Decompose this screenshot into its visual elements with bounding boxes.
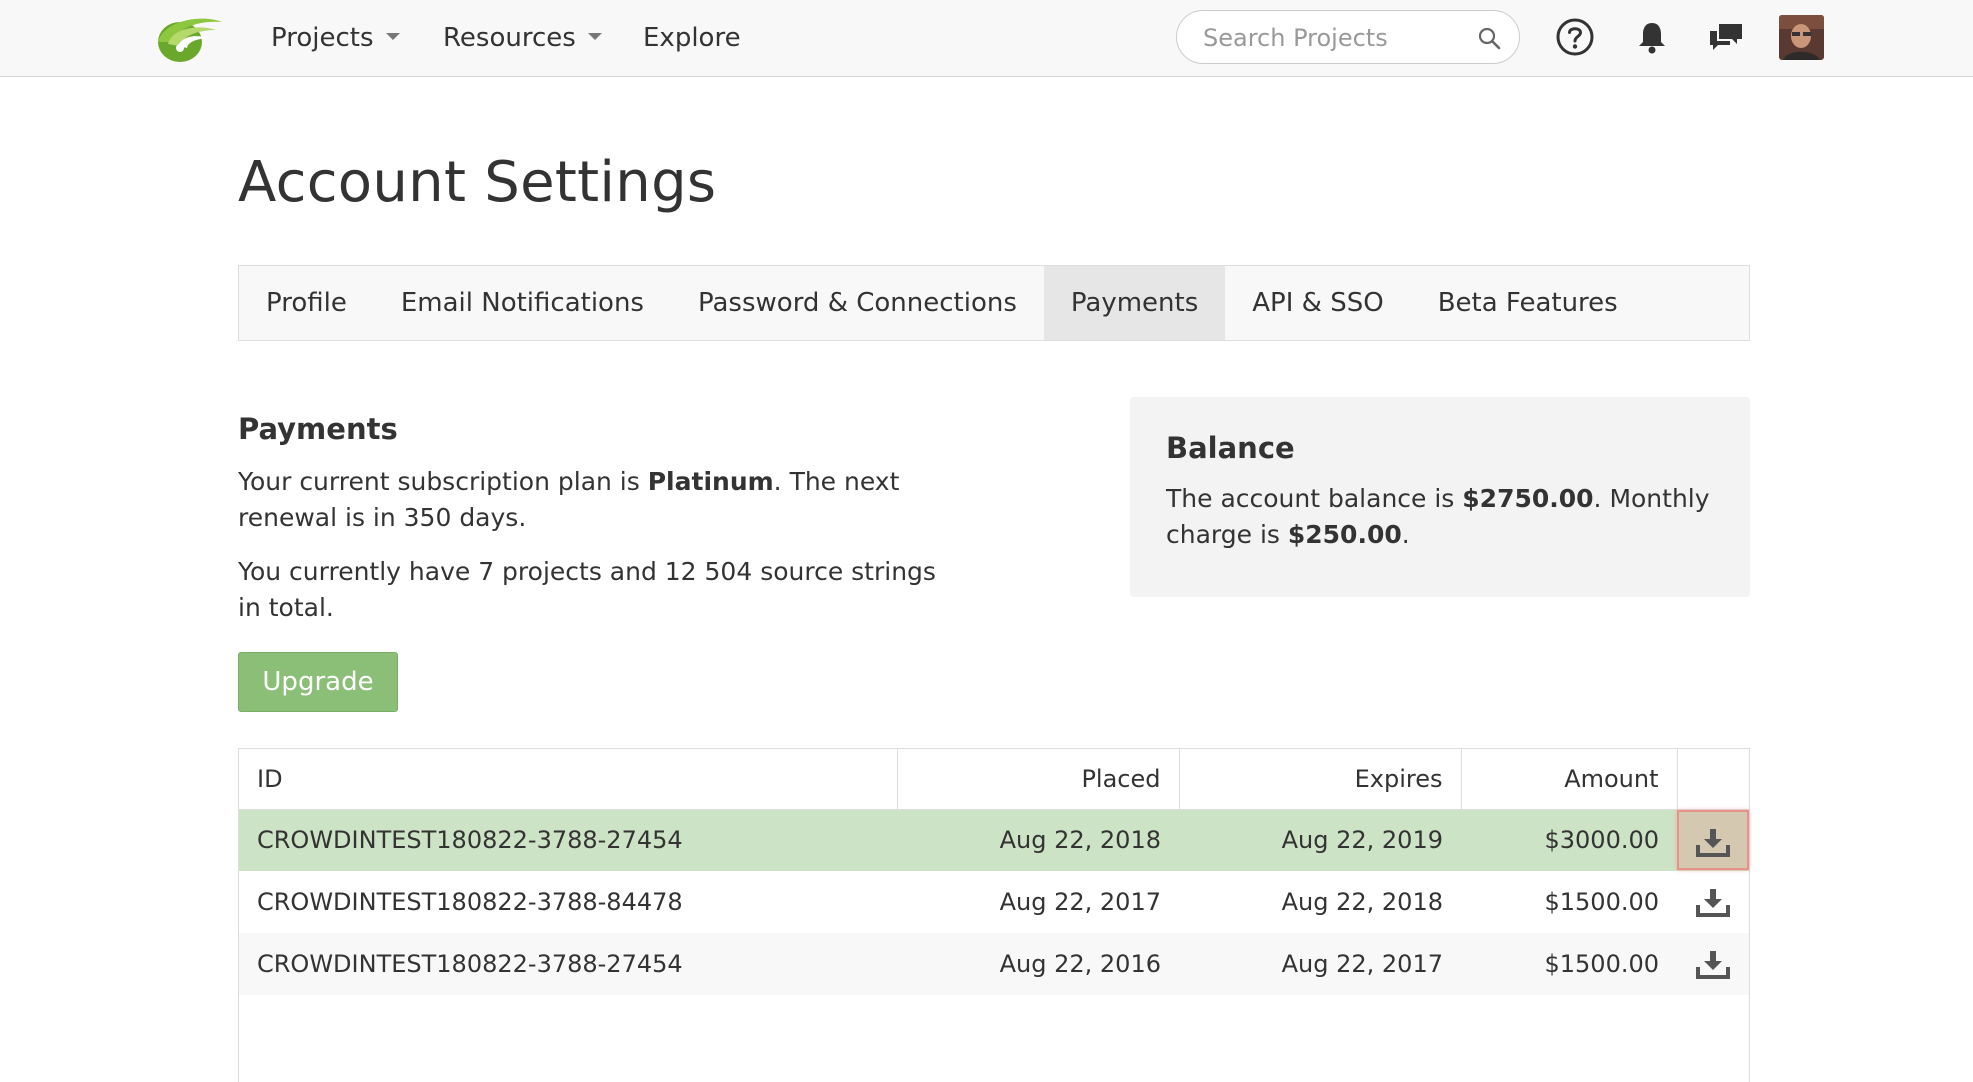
- invoice-id: CROWDINTEST180822-3788-27454: [239, 809, 897, 871]
- balance-suffix: .: [1401, 520, 1410, 549]
- nav-explore-link[interactable]: Explore: [643, 18, 741, 58]
- invoice-id: CROWDINTEST180822-3788-84478: [257, 888, 683, 916]
- tab-beta-features[interactable]: Beta Features: [1411, 266, 1645, 340]
- settings-tabs: Profile Email Notifications Password & C…: [238, 265, 1750, 341]
- invoice-amount: $1500.00: [1461, 933, 1677, 995]
- plan-name: Platinum: [647, 467, 774, 496]
- page-title: Account Settings: [238, 150, 717, 215]
- invoice-amount: $3000.00: [1461, 809, 1677, 871]
- caret-down-icon: [587, 33, 602, 40]
- download-icon: [1696, 829, 1730, 858]
- subscription-text: Your current subscription plan is Platin…: [238, 464, 938, 536]
- invoice-amount: $1500.00: [1544, 888, 1659, 916]
- download-button[interactable]: [1677, 810, 1749, 871]
- upgrade-button[interactable]: Upgrade: [238, 652, 398, 712]
- table-row[interactable]: CROWDINTEST180822-3788-27454 Aug 22, 201…: [239, 809, 1749, 871]
- balance-prefix: The account balance is: [1166, 484, 1463, 513]
- balance-text: The account balance is $2750.00. Monthly…: [1166, 481, 1714, 553]
- table-row[interactable]: CROWDINTEST180822-3788-27454 Aug 22, 201…: [239, 933, 1749, 995]
- download-icon: [1696, 951, 1730, 979]
- table-row[interactable]: CROWDINTEST180822-3788-84478 Aug 22, 201…: [239, 871, 1749, 933]
- nav-explore-label: Explore: [643, 23, 741, 53]
- payments-title: Payments: [238, 412, 398, 446]
- tab-email-notifications[interactable]: Email Notifications: [374, 266, 671, 340]
- top-navbar: Projects Resources Explore: [0, 0, 1973, 77]
- column-header-expires: Expires: [1179, 749, 1462, 810]
- invoice-placed: Aug 22, 2017: [999, 888, 1161, 916]
- column-header-placed: Placed: [897, 749, 1180, 810]
- invoice-placed: Aug 22, 2016: [897, 933, 1179, 995]
- nav-projects-dropdown[interactable]: Projects: [271, 18, 400, 58]
- balance-title: Balance: [1166, 431, 1295, 465]
- search-input[interactable]: [1203, 21, 1463, 55]
- usage-text: You currently have 7 projects and 12 504…: [238, 557, 936, 622]
- invoice-expires: Aug 22, 2019: [1179, 809, 1461, 871]
- balance-amount: $2750.00: [1462, 484, 1594, 513]
- tab-profile[interactable]: Profile: [239, 266, 374, 340]
- download-icon: [1696, 889, 1730, 917]
- monthly-charge: $250.00: [1287, 520, 1402, 549]
- search-box: [1176, 10, 1520, 64]
- tab-password-connections[interactable]: Password & Connections: [671, 266, 1044, 340]
- column-header-id: ID: [239, 749, 898, 810]
- invoices-table: ID Placed Expires Amount CROWDINTEST1808…: [238, 748, 1750, 1082]
- balance-panel: Balance The account balance is $2750.00.…: [1130, 397, 1750, 597]
- plan-prefix: Your current subscription plan is: [238, 467, 648, 496]
- invoice-placed: Aug 22, 2018: [897, 809, 1179, 871]
- payments-section: Payments Your current subscription plan …: [238, 412, 938, 644]
- chat-icon[interactable]: [1704, 15, 1748, 59]
- invoice-expires: Aug 22, 2018: [1281, 888, 1443, 916]
- download-button[interactable]: [1678, 872, 1748, 932]
- column-header-amount: Amount: [1461, 749, 1678, 810]
- help-icon[interactable]: [1553, 15, 1597, 59]
- search-icon[interactable]: [1477, 26, 1501, 50]
- crowdin-logo[interactable]: [150, 12, 224, 64]
- download-button[interactable]: [1678, 934, 1748, 994]
- nav-resources-label: Resources: [443, 23, 576, 53]
- tab-api-sso[interactable]: API & SSO: [1225, 266, 1410, 340]
- table-header-row: ID Placed Expires Amount: [239, 749, 1749, 810]
- column-header-download: [1677, 749, 1749, 810]
- tab-payments[interactable]: Payments: [1043, 266, 1226, 340]
- nav-resources-dropdown[interactable]: Resources: [443, 18, 602, 58]
- invoice-expires: Aug 22, 2017: [1179, 933, 1461, 995]
- caret-down-icon: [385, 33, 400, 40]
- bell-icon[interactable]: [1630, 15, 1674, 59]
- nav-projects-label: Projects: [271, 23, 374, 53]
- invoice-id: CROWDINTEST180822-3788-27454: [239, 933, 897, 995]
- avatar[interactable]: [1779, 15, 1824, 60]
